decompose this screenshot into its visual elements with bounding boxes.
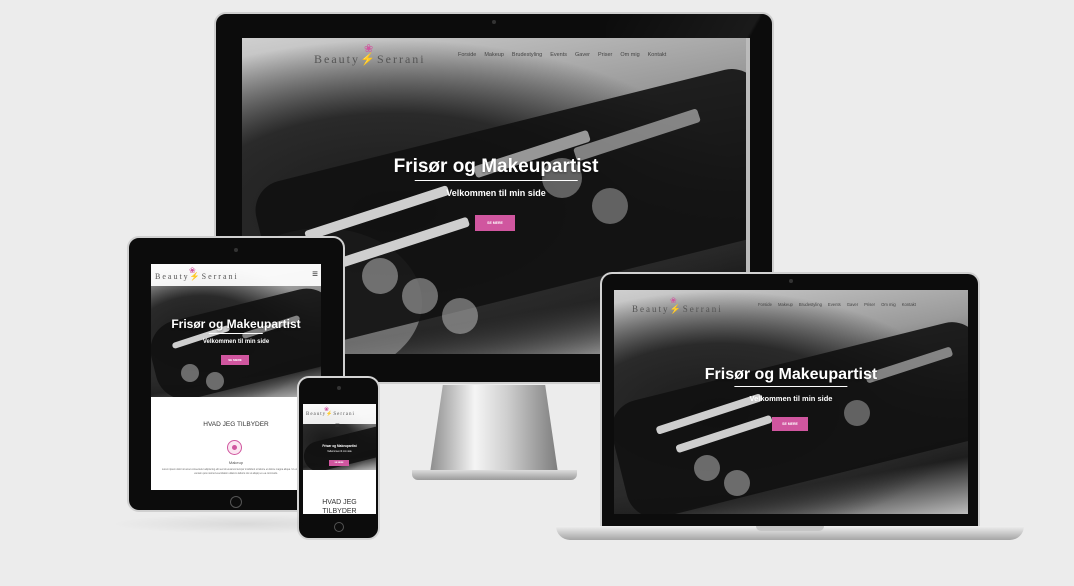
phone-menu-icon[interactable]: ≡ [335,421,340,430]
desktop-hero-subtitle: Velkommen til min side [446,188,546,198]
logo-text: Beauty [155,272,190,281]
laptop-camera [789,279,793,283]
nav-item-priser[interactable]: Priser [864,302,875,307]
nav-item-makeup[interactable]: Makeup [484,52,504,58]
logo-text: Beauty [314,52,360,66]
tablet-camera [234,248,238,252]
desktop-logo[interactable]: Beauty ❀ ⚡Serrani [314,43,426,67]
monitor-stand [430,385,558,473]
nav-item-om-mig[interactable]: Om mig [881,302,896,307]
tablet-hero-button[interactable]: SE MERE [221,355,249,365]
tablet-offer-heading: HVAD JEG TILBYDER [203,421,269,428]
tablet-screen: Beauty ❀ ⚡Serrani ≡ Frisør og Makeupartist… [151,264,321,490]
laptop-device: Beauty ❀ ⚡Serrani Forside Makeup Brudestyl… [600,272,980,527]
logo-text: Beauty [632,304,670,314]
nav-item-events[interactable]: Events [828,302,841,307]
monitor-base [412,470,577,480]
laptop-hero-subtitle: Velkommen til min side [749,394,833,403]
nav-item-gaver[interactable]: Gaver [847,302,858,307]
nav-item-kontakt[interactable]: Kontakt [902,302,916,307]
tablet-logo[interactable]: Beauty ❀ ⚡Serrani [155,266,239,281]
tablet-hero-title: Frisør og Makeupartist [151,317,321,331]
nav-item-forside[interactable]: Forside [758,302,772,307]
nav-item-priser[interactable]: Priser [598,52,612,58]
nav-item-makeup[interactable]: Makeup [778,302,793,307]
nav-item-forside[interactable]: Forside [458,52,476,58]
nav-item-kontakt[interactable]: Kontakt [648,52,667,58]
phone-hero-subtitle: Velkommen til min side [327,450,352,453]
monitor-power-dot [492,20,496,24]
laptop-trackpad-notch [756,526,824,531]
nav-item-events[interactable]: Events [550,52,567,58]
nav-item-brudestyling[interactable]: Brudestyling [512,52,542,58]
laptop-logo[interactable]: Beauty ❀ ⚡Serrani [632,296,723,315]
lotus-icon: ❀ [364,43,376,55]
desktop-hero-button[interactable]: SE MERE [475,215,515,231]
lotus-icon: ❀ [324,407,331,413]
nav-item-om-mig[interactable]: Om mig [620,52,639,58]
nav-item-gaver[interactable]: Gaver [575,52,590,58]
tablet-hero-subtitle: Velkommen til min side [202,339,270,345]
laptop-nav: Forside Makeup Brudestyling Events Gaver… [758,302,916,307]
phone-logo[interactable]: Beauty ❀ ⚡Serrani [306,407,355,417]
reflection-shadow [110,514,380,534]
laptop-hero-button[interactable]: SE MERE [772,417,808,431]
tablet-home-button[interactable] [230,496,242,508]
logo-text-2: Serrani [376,52,426,66]
logo-text-2: Serrani [333,412,355,417]
tablet-menu-icon[interactable]: ≡ [312,269,318,280]
phone-screen: Beauty ❀ ⚡Serrani ≡ Frisør og Makeupartist… [303,404,376,514]
laptop-hero-title: Frisør og Makeupartist [614,366,968,384]
phone-hero-button[interactable]: SE MERE [329,460,349,466]
phone-hero-title: Frisør og Makeupartist [322,444,357,448]
lotus-icon: ❀ [670,296,679,305]
logo-text-2: Serrani [682,304,723,314]
phone-camera [337,386,341,390]
nav-item-brudestyling[interactable]: Brudestyling [799,302,822,307]
makeup-icon[interactable] [227,440,242,455]
desktop-hero-title: Frisør og Makeupartist [242,156,750,178]
logo-text-2: Serrani [201,272,239,281]
tablet-offer-text: Lorem ipsum dolor sit amet consectetur a… [161,468,311,475]
lotus-icon: ❀ [189,266,198,275]
desktop-nav: Forside Makeup Brudestyling Events Gaver… [458,52,666,58]
tablet-offer-item: Makeup [228,460,244,465]
laptop-base [556,526,1024,540]
phone-offer-heading: HVAD JEG TILBYDER [322,499,357,514]
laptop-screen: Beauty ❀ ⚡Serrani Forside Makeup Brudestyl… [614,290,968,514]
